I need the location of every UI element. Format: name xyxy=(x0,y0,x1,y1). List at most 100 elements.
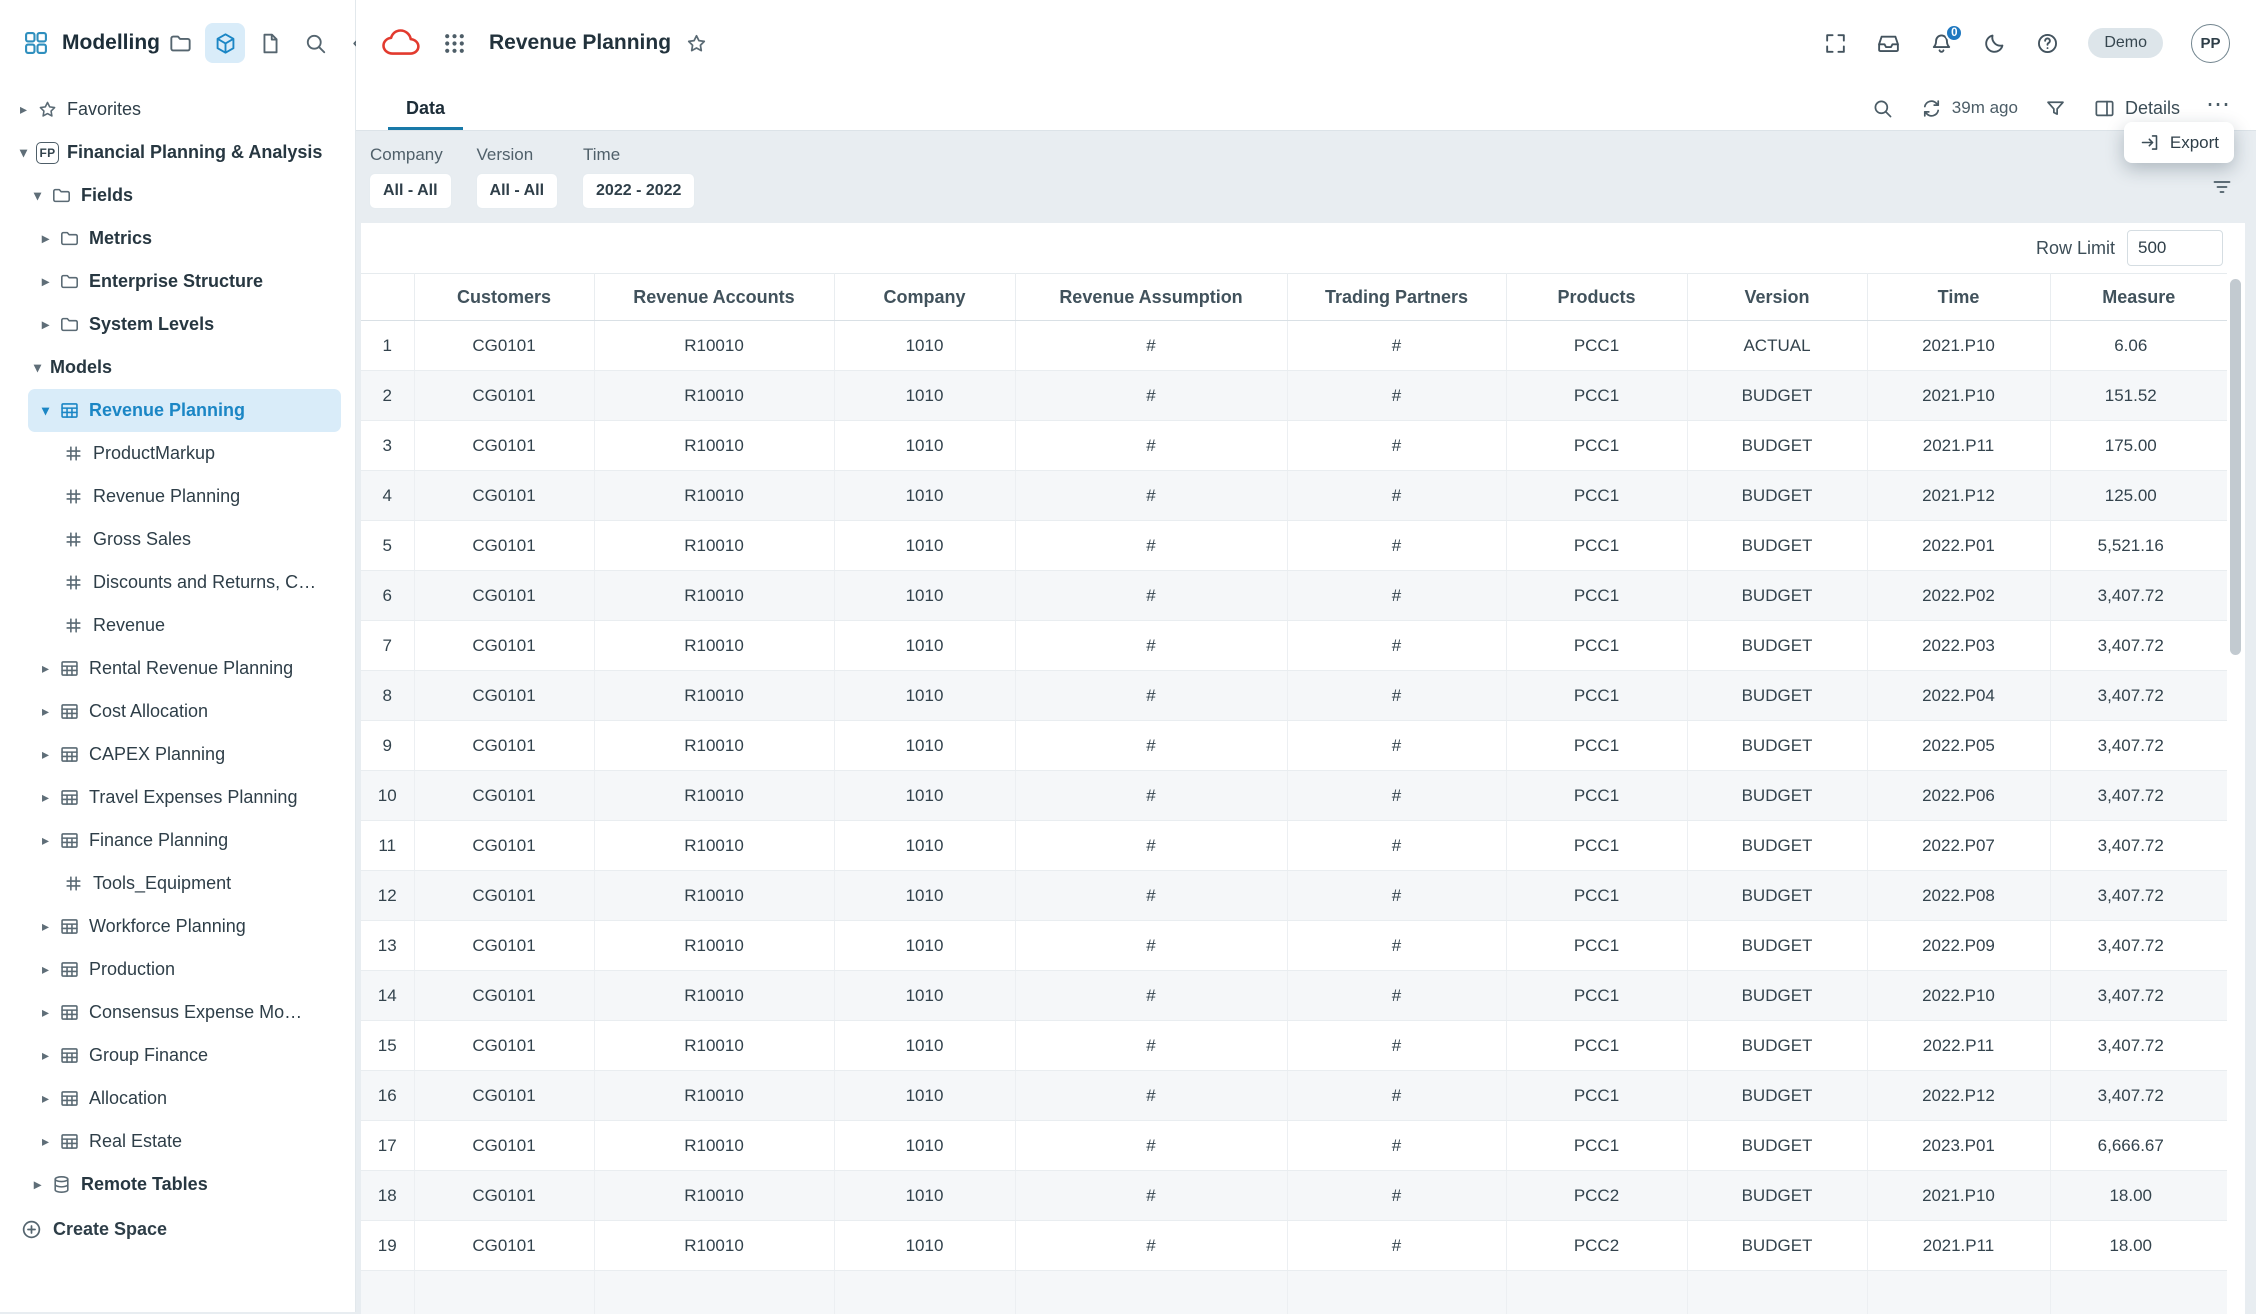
filter-chip[interactable]: All - All xyxy=(477,174,558,208)
table-row[interactable]: 7CG0101R100101010##PCC1BUDGET2022.P033,4… xyxy=(361,621,2227,671)
table-row[interactable]: 16CG0101R100101010##PCC1BUDGET2022.P123,… xyxy=(361,1071,2227,1121)
sidebar-item-consensus-expense-mo[interactable]: ▸Consensus Expense Mo… xyxy=(0,991,355,1034)
table-row[interactable]: 17CG0101R100101010##PCC1BUDGET2023.P016,… xyxy=(361,1121,2227,1171)
table-row[interactable]: 6CG0101R100101010##PCC1BUDGET2022.P023,4… xyxy=(361,571,2227,621)
column-header-revenue-assumption[interactable]: Revenue Assumption xyxy=(1015,274,1287,321)
chevron-right-icon[interactable]: ▸ xyxy=(38,1004,53,1021)
filter-chip[interactable]: All - All xyxy=(370,174,451,208)
sidebar-item-group-finance[interactable]: ▸Group Finance xyxy=(0,1034,355,1077)
favorite-star-icon[interactable] xyxy=(685,32,708,55)
column-header-company[interactable]: Company xyxy=(834,274,1015,321)
table-row[interactable]: 11CG0101R100101010##PCC1BUDGET2022.P073,… xyxy=(361,821,2227,871)
chevron-right-icon[interactable]: ▸ xyxy=(38,789,53,806)
table-row[interactable]: 13CG0101R100101010##PCC1BUDGET2022.P093,… xyxy=(361,921,2227,971)
chevron-down-icon[interactable]: ▾ xyxy=(30,187,45,204)
column-header-trading-partners[interactable]: Trading Partners xyxy=(1287,274,1506,321)
sidebar-item-allocation[interactable]: ▸Allocation xyxy=(0,1077,355,1120)
chevron-right-icon[interactable]: ▸ xyxy=(38,832,53,849)
sidebar-item-system-levels[interactable]: ▸System Levels xyxy=(0,303,355,346)
chevron-right-icon[interactable]: ▸ xyxy=(38,961,53,978)
filter-funnel-icon[interactable] xyxy=(2044,97,2067,120)
sidebar-item-capex-planning[interactable]: ▸CAPEX Planning xyxy=(0,733,355,776)
table-row[interactable]: 19CG0101R100101010##PCC2BUDGET2021.P1118… xyxy=(361,1221,2227,1271)
chevron-right-icon[interactable]: ▸ xyxy=(16,101,31,118)
app-launcher-icon[interactable] xyxy=(442,31,467,56)
sidebar-item-metrics[interactable]: ▸Metrics xyxy=(0,217,355,260)
search-button[interactable] xyxy=(295,23,335,63)
column-header-time[interactable]: Time xyxy=(1867,274,2050,321)
sidebar-item-revenue[interactable]: Revenue xyxy=(0,604,355,647)
user-avatar[interactable]: PP xyxy=(2191,24,2230,63)
filter-chip[interactable]: 2022 - 2022 xyxy=(583,174,694,208)
chevron-right-icon[interactable]: ▸ xyxy=(38,918,53,935)
sidebar-item-fields[interactable]: ▾Fields xyxy=(0,174,355,217)
chevron-right-icon[interactable]: ▸ xyxy=(38,660,53,677)
column-header-revenue-accounts[interactable]: Revenue Accounts xyxy=(594,274,834,321)
column-header-version[interactable]: Version xyxy=(1687,274,1867,321)
notifications-button[interactable]: 0 xyxy=(1929,31,1954,56)
folders-button[interactable] xyxy=(160,23,200,63)
chevron-right-icon[interactable]: ▸ xyxy=(38,273,53,290)
chevron-right-icon[interactable]: ▸ xyxy=(38,1090,53,1107)
sidebar-item-favorites[interactable]: ▸Favorites xyxy=(0,88,355,131)
chevron-right-icon[interactable]: ▸ xyxy=(30,1176,45,1193)
chevron-right-icon[interactable]: ▸ xyxy=(38,316,53,333)
sidebar-item-discounts-and-returns-c[interactable]: Discounts and Returns, C… xyxy=(0,561,355,604)
sidebar-item-workforce-planning[interactable]: ▸Workforce Planning xyxy=(0,905,355,948)
help-button[interactable] xyxy=(2035,31,2060,56)
dark-mode-button[interactable] xyxy=(1982,31,2007,56)
chevron-down-icon[interactable]: ▾ xyxy=(16,144,31,161)
row-limit-input[interactable] xyxy=(2127,230,2223,266)
chevron-down-icon[interactable]: ▾ xyxy=(30,359,45,376)
sidebar-item-rental-revenue-planning[interactable]: ▸Rental Revenue Planning xyxy=(0,647,355,690)
vertical-scrollbar[interactable] xyxy=(2230,279,2241,655)
filter-settings-icon[interactable] xyxy=(2210,175,2234,199)
table-row[interactable]: 8CG0101R100101010##PCC1BUDGET2022.P043,4… xyxy=(361,671,2227,721)
table-row[interactable]: 14CG0101R100101010##PCC1BUDGET2022.P103,… xyxy=(361,971,2227,1021)
table-row[interactable]: 12CG0101R100101010##PCC1BUDGET2022.P083,… xyxy=(361,871,2227,921)
fullscreen-button[interactable] xyxy=(1823,31,1848,56)
details-button[interactable]: Details xyxy=(2093,97,2180,120)
sidebar-item-enterprise-structure[interactable]: ▸Enterprise Structure xyxy=(0,260,355,303)
create-space-button[interactable]: Create Space xyxy=(0,1206,355,1252)
table-row[interactable]: 5CG0101R100101010##PCC1BUDGET2022.P015,5… xyxy=(361,521,2227,571)
column-header-products[interactable]: Products xyxy=(1506,274,1687,321)
column-header-customers[interactable]: Customers xyxy=(414,274,594,321)
sidebar-item-revenue-planning[interactable]: Revenue Planning xyxy=(0,475,355,518)
inbox-button[interactable] xyxy=(1876,31,1901,56)
chevron-right-icon[interactable]: ▸ xyxy=(38,703,53,720)
sidebar-item-finance-planning[interactable]: ▸Finance Planning xyxy=(0,819,355,862)
sidebar-item-real-estate[interactable]: ▸Real Estate xyxy=(0,1120,355,1163)
sidebar-item-production[interactable]: ▸Production xyxy=(0,948,355,991)
documents-button[interactable] xyxy=(250,23,290,63)
sidebar-item-financial-planning-analysis[interactable]: ▾FPFinancial Planning & Analysis xyxy=(0,131,355,174)
export-menu-item[interactable]: Export xyxy=(2124,122,2234,163)
chevron-right-icon[interactable]: ▸ xyxy=(38,1047,53,1064)
sidebar-item-travel-expenses-planning[interactable]: ▸Travel Expenses Planning xyxy=(0,776,355,819)
search-icon[interactable] xyxy=(1871,97,1894,120)
table-row[interactable]: 2CG0101R100101010##PCC1BUDGET2021.P10151… xyxy=(361,371,2227,421)
chevron-right-icon[interactable]: ▸ xyxy=(38,1133,53,1150)
chevron-right-icon[interactable]: ▸ xyxy=(38,746,53,763)
sidebar-item-remote-tables[interactable]: ▸Remote Tables xyxy=(0,1163,355,1206)
models-button[interactable] xyxy=(205,23,245,63)
sidebar-item-revenue-planning[interactable]: ▾Revenue Planning xyxy=(28,389,341,432)
refresh-button[interactable]: 39m ago xyxy=(1920,97,2018,120)
tab-data[interactable]: Data xyxy=(388,86,463,130)
table-row[interactable]: 10CG0101R100101010##PCC1BUDGET2022.P063,… xyxy=(361,771,2227,821)
chevron-down-icon[interactable]: ▾ xyxy=(38,402,53,419)
sidebar-item-gross-sales[interactable]: Gross Sales xyxy=(0,518,355,561)
chevron-right-icon[interactable]: ▸ xyxy=(38,230,53,247)
table-row[interactable]: 3CG0101R100101010##PCC1BUDGET2021.P11175… xyxy=(361,421,2227,471)
sidebar-item-tools-equipment[interactable]: Tools_Equipment xyxy=(0,862,355,905)
table-row[interactable]: 1CG0101R100101010##PCC1ACTUAL2021.P106.0… xyxy=(361,321,2227,371)
table-row[interactable]: 4CG0101R100101010##PCC1BUDGET2021.P12125… xyxy=(361,471,2227,521)
table-row[interactable]: 15CG0101R100101010##PCC1BUDGET2022.P113,… xyxy=(361,1021,2227,1071)
sidebar-item-models[interactable]: ▾Models xyxy=(0,346,355,389)
sidebar-item-cost-allocation[interactable]: ▸Cost Allocation xyxy=(0,690,355,733)
table-row[interactable]: 18CG0101R100101010##PCC2BUDGET2021.P1018… xyxy=(361,1171,2227,1221)
column-header-measure[interactable]: Measure xyxy=(2050,274,2227,321)
more-menu-button[interactable]: ⋯ xyxy=(2206,93,2230,123)
sidebar-item-productmarkup[interactable]: ProductMarkup xyxy=(0,432,355,475)
table-row[interactable]: 9CG0101R100101010##PCC1BUDGET2022.P053,4… xyxy=(361,721,2227,771)
